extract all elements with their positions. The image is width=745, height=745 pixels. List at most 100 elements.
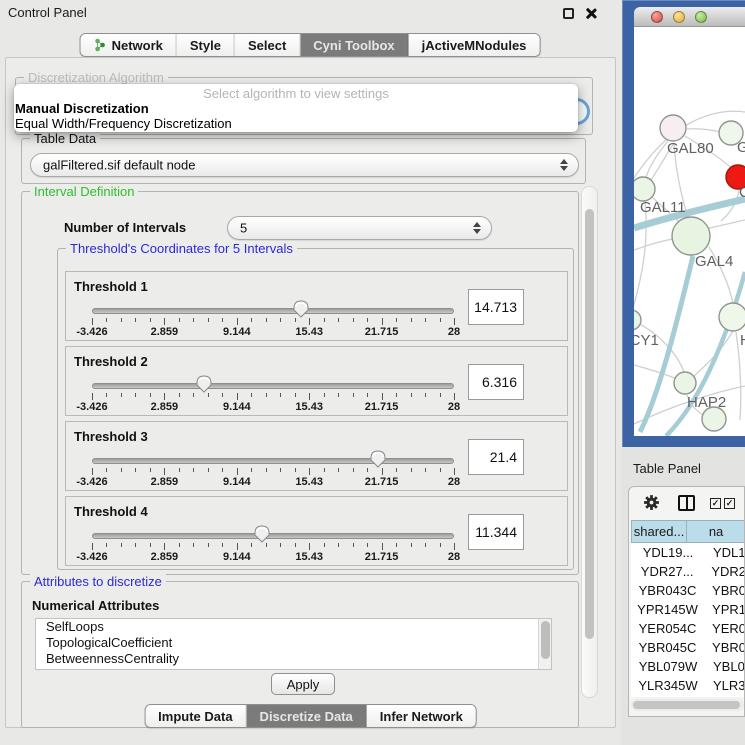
table-row[interactable]: YPR145WYPR1: [631, 600, 745, 619]
gear-icon[interactable]: [643, 494, 660, 516]
table-row[interactable]: YBL079WYBL0: [631, 657, 745, 676]
slider-tick-label: 2.859: [151, 326, 179, 338]
threshold-value-input[interactable]: 6.316: [468, 364, 524, 400]
apply-button[interactable]: Apply: [271, 673, 335, 695]
control-panel: Control Panel NetworkStyleSelectCyni Too…: [0, 0, 620, 745]
table-row[interactable]: YBR045CYBR0: [631, 638, 745, 657]
split-view-icon[interactable]: [678, 495, 695, 511]
list-scrollbar[interactable]: [538, 619, 551, 669]
slider-tick: [164, 543, 165, 550]
slider-tick: [324, 543, 325, 547]
slider-tick-label: 21.715: [365, 476, 399, 488]
tab-style[interactable]: Style: [177, 34, 235, 56]
table-row[interactable]: YDR27...YDR2: [631, 562, 745, 581]
slider-handle[interactable]: [195, 374, 213, 393]
network-node-h[interactable]: [719, 303, 745, 331]
network-edge[interactable]: [634, 238, 678, 250]
network-node-gal80[interactable]: [660, 115, 686, 141]
main-scrollbar-thumb[interactable]: [585, 209, 594, 639]
top-tab-bar: NetworkStyleSelectCyni Toolbox jActiveMNo…: [80, 33, 541, 57]
slider-handle[interactable]: [369, 449, 387, 468]
slider-tick-label: 21.715: [365, 401, 399, 413]
table-row[interactable]: YBR043CYBR0: [631, 581, 745, 600]
panel-title: Control Panel: [8, 5, 87, 20]
close-window-icon[interactable]: [651, 11, 663, 23]
close-icon[interactable]: [585, 8, 596, 19]
threshold-value-input[interactable]: 21.4: [468, 439, 524, 475]
network-node-gcy1[interactable]: [634, 310, 641, 330]
cell-name: YDL1: [705, 545, 745, 560]
slider-tick: [440, 318, 441, 322]
tab-impute-data[interactable]: Impute Data: [145, 705, 246, 727]
tab-jactivemnodules[interactable]: jActiveMNodules: [409, 34, 540, 56]
slider-tick-label: 9.144: [223, 326, 251, 338]
threshold-value-input[interactable]: 14.713: [468, 289, 524, 325]
network-canvas[interactable]: GAL80GCGAL11GAL4GCY1HHAP2: [634, 27, 745, 436]
slider-tick: [135, 393, 136, 397]
tab-select[interactable]: Select: [235, 34, 300, 56]
network-edge[interactable]: [693, 331, 733, 377]
slider-tick: [324, 468, 325, 472]
slider-tick-label: 21.715: [365, 326, 399, 338]
column-header-na[interactable]: na: [686, 520, 745, 543]
dropdown-item-equal-width-frequency-discretization[interactable]: Equal Width/Frequency Discretization: [14, 116, 578, 131]
tab-infer-network[interactable]: Infer Network: [367, 705, 476, 727]
checkbox-icon[interactable]: ✓: [724, 498, 735, 509]
attribute-item-selfloops[interactable]: SelfLoops: [36, 619, 551, 635]
slider-handle[interactable]: [253, 524, 271, 543]
table-data-combobox[interactable]: galFiltered.sif default node: [30, 153, 579, 177]
node-label-gal80: GAL80: [667, 140, 714, 157]
zoom-window-icon[interactable]: [695, 11, 707, 23]
slider-handle[interactable]: [292, 299, 310, 318]
checkbox-icon[interactable]: ✓: [710, 498, 721, 509]
table-row[interactable]: YER054CYER0: [631, 619, 745, 638]
network-edge[interactable]: [687, 129, 720, 132]
network-node-gal4[interactable]: [672, 217, 710, 255]
main-scrollbar[interactable]: [581, 186, 598, 698]
slider-tick: [193, 393, 194, 397]
slider-tick: [92, 543, 93, 550]
slider-tick: [208, 543, 209, 547]
tab-label: jActiveMNodules: [422, 38, 527, 53]
slider-tick: [106, 468, 107, 472]
number-of-intervals-combobox[interactable]: 5: [227, 216, 492, 240]
dropdown-item-manual-discretization[interactable]: Manual Discretization: [14, 101, 578, 116]
slider-tick: [454, 318, 455, 325]
network-edge[interactable]: [634, 365, 681, 381]
slider-track[interactable]: [92, 308, 454, 314]
slider-tick: [309, 318, 310, 325]
table-hscrollbar-thumb[interactable]: [633, 701, 740, 709]
network-view-window[interactable]: GAL80GCGAL11GAL4GCY1HHAP2: [622, 0, 745, 447]
table-row[interactable]: YLR345WYLR3: [631, 676, 745, 695]
slider-tick: [193, 543, 194, 547]
slider-track[interactable]: [92, 458, 454, 464]
network-edge[interactable]: [646, 141, 668, 178]
tab-network[interactable]: Network: [81, 34, 177, 56]
slider-tick: [121, 468, 122, 472]
slider-tick-label: 2.859: [151, 476, 179, 488]
slider-tick: [353, 318, 354, 322]
minimize-window-icon[interactable]: [673, 11, 685, 23]
network-node-gal11[interactable]: [634, 177, 655, 201]
threshold-value-input[interactable]: 11.344: [468, 514, 524, 550]
network-node-hap2[interactable]: [674, 372, 696, 394]
network-edge[interactable]: [634, 201, 646, 312]
slider-track[interactable]: [92, 533, 454, 539]
list-scrollbar-thumb[interactable]: [541, 621, 550, 659]
table-hscrollbar[interactable]: [631, 699, 744, 711]
slider-tick: [382, 393, 383, 400]
table-row[interactable]: YDL19...YDL1: [631, 543, 745, 562]
network-graph[interactable]: GAL80GCGAL11GAL4GCY1HHAP2: [634, 27, 745, 436]
slider-track[interactable]: [92, 383, 454, 389]
column-header-shared[interactable]: shared...: [631, 520, 686, 543]
tab-discretize-data[interactable]: Discretize Data: [247, 705, 367, 727]
tab-cyni-toolbox[interactable]: Cyni Toolbox: [300, 34, 408, 56]
slider-tick: [121, 318, 122, 322]
float-window-icon[interactable]: [563, 8, 574, 19]
slider-tick-label: 15.43: [295, 401, 323, 413]
slider-tick: [208, 318, 209, 322]
network-node[interactable]: [702, 407, 726, 431]
attribute-item-betweennesscentrality[interactable]: BetweennessCentrality: [36, 651, 551, 667]
attribute-item-topologicalcoefficient[interactable]: TopologicalCoefficient: [36, 635, 551, 651]
cell-name: YER0: [704, 621, 745, 636]
